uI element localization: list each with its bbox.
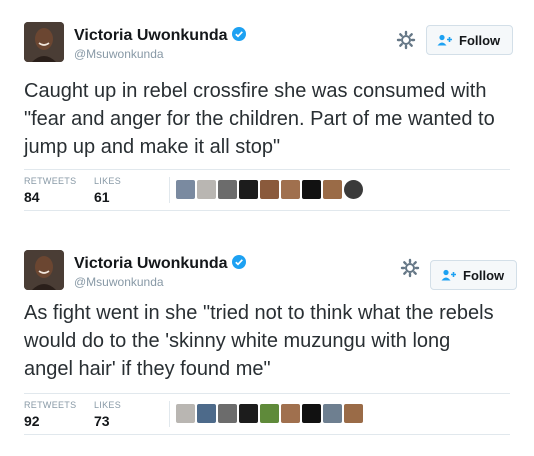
tweet-stats: RETWEETS 84 LIKES 61 — [24, 169, 510, 211]
liker-avatar[interactable] — [323, 180, 342, 199]
likes-stat[interactable]: LIKES 61 — [94, 176, 121, 207]
tweet-text: As fight went in she "tried not to think… — [24, 302, 494, 380]
liker-avatar[interactable] — [197, 404, 216, 423]
verified-badge-icon — [231, 27, 246, 41]
liker-avatars — [176, 180, 365, 199]
likes-count: 73 — [94, 413, 110, 429]
author-handle[interactable]: @Msuwonkunda — [74, 47, 164, 61]
liker-avatar[interactable] — [260, 180, 279, 199]
retweets-label: RETWEETS — [24, 400, 77, 410]
retweets-count: 84 — [24, 189, 40, 205]
gear-icon[interactable] — [396, 30, 416, 50]
liker-avatar[interactable] — [323, 404, 342, 423]
follow-button[interactable]: Follow — [430, 260, 518, 290]
liker-avatar[interactable] — [239, 404, 258, 423]
verified-badge-icon — [231, 255, 246, 269]
author-name[interactable]: Victoria Uwonkunda — [74, 27, 246, 45]
liker-avatar[interactable] — [176, 180, 195, 199]
liker-avatar[interactable] — [176, 404, 195, 423]
divider — [169, 177, 170, 203]
tweet-stats: RETWEETS 92 LIKES 73 — [24, 393, 510, 435]
liker-avatar[interactable] — [197, 180, 216, 199]
likes-label: LIKES — [94, 176, 122, 186]
likes-label: LIKES — [94, 400, 122, 410]
add-user-icon — [437, 34, 452, 46]
retweets-stat[interactable]: RETWEETS 84 — [24, 176, 76, 207]
likes-count: 61 — [94, 189, 110, 205]
liker-avatar[interactable] — [281, 404, 300, 423]
retweets-label: RETWEETS — [24, 176, 77, 186]
liker-avatar[interactable] — [218, 180, 237, 199]
follow-button[interactable]: Follow — [426, 25, 514, 55]
liker-avatar[interactable] — [218, 404, 237, 423]
liker-avatars — [176, 404, 365, 423]
liker-avatar[interactable] — [344, 404, 363, 423]
retweets-count: 92 — [24, 413, 40, 429]
liker-avatar[interactable] — [281, 180, 300, 199]
avatar[interactable] — [24, 22, 64, 62]
liker-avatar[interactable] — [260, 404, 279, 423]
divider — [169, 401, 170, 427]
liker-avatar[interactable] — [302, 404, 321, 423]
avatar[interactable] — [24, 250, 64, 290]
author-handle[interactable]: @Msuwonkunda — [74, 275, 164, 289]
retweets-stat[interactable]: RETWEETS 92 — [24, 400, 76, 431]
liker-avatar[interactable] — [239, 180, 258, 199]
tweet-header: Victoria Uwonkunda @Msuwonkunda Follow — [24, 18, 514, 66]
add-user-icon — [441, 269, 456, 281]
author-name[interactable]: Victoria Uwonkunda — [74, 255, 246, 273]
likes-stat[interactable]: LIKES 73 — [94, 400, 121, 431]
tweet-header: Victoria Uwonkunda @Msuwonkunda Follow — [24, 246, 518, 294]
liker-avatar[interactable] — [344, 180, 363, 199]
gear-icon[interactable] — [400, 258, 420, 278]
tweet-text: Caught up in rebel crossfire she was con… — [24, 80, 495, 158]
liker-avatar[interactable] — [302, 180, 321, 199]
